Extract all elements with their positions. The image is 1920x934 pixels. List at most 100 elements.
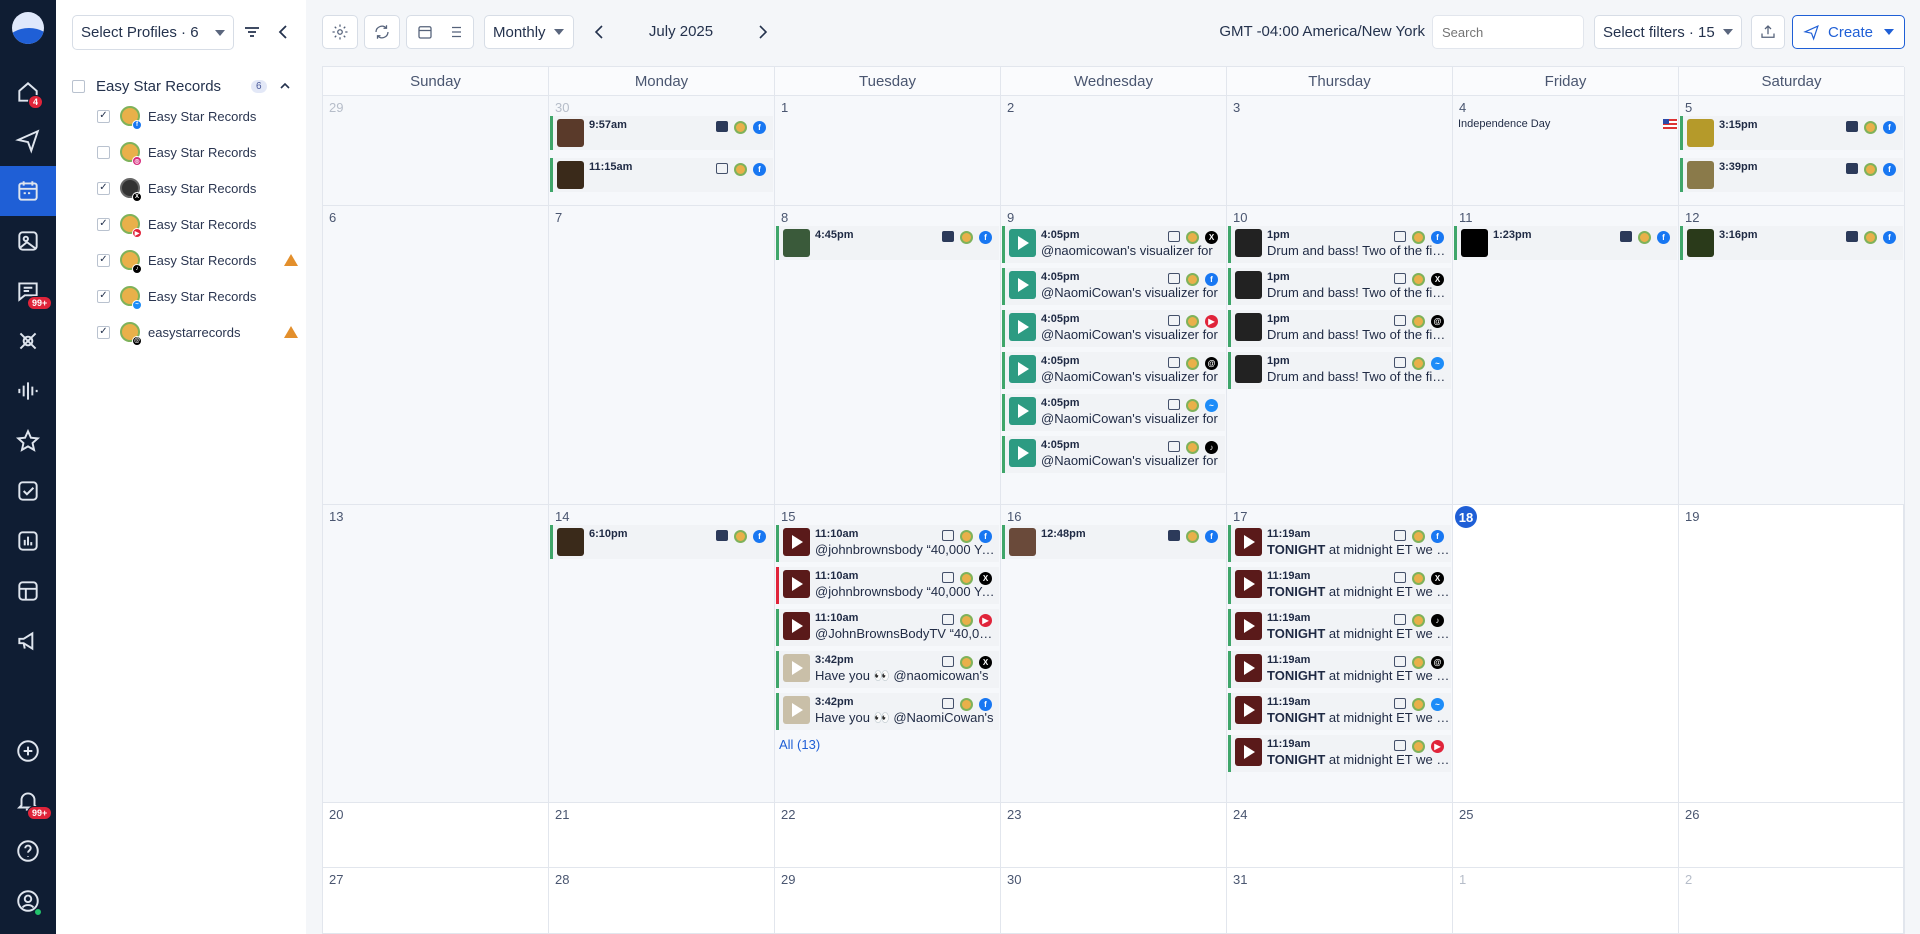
scheduled-post[interactable]: 3:42pm Have you 👀 @naomicowan's X xyxy=(776,651,999,688)
day-cell[interactable]: 31 xyxy=(1227,868,1453,934)
profile-checkbox[interactable]: ✓ xyxy=(97,289,110,303)
listening-icon[interactable] xyxy=(0,368,56,414)
calendar-view-icon[interactable] xyxy=(416,23,434,41)
profile-checkbox[interactable]: ✓ xyxy=(97,109,110,123)
scheduled-post[interactable]: 11:10am @JohnBrownsBodyTV “40,000 Years”▶ xyxy=(776,609,999,646)
view-mode-dropdown[interactable]: Monthly xyxy=(484,15,574,49)
group-checkbox[interactable] xyxy=(72,79,85,93)
scheduled-post[interactable]: 4:05pm @NaomiCowan's visualizer for ▶ xyxy=(1002,310,1225,347)
scheduled-post[interactable]: 4:45pm f xyxy=(776,226,999,260)
add-icon[interactable] xyxy=(0,728,56,774)
timezone-label[interactable]: GMT -04:00 America/New York xyxy=(1200,23,1425,40)
day-cell[interactable]: 20 xyxy=(323,803,549,868)
day-cell[interactable]: 21 xyxy=(549,803,775,868)
profile-icon[interactable] xyxy=(0,878,56,924)
scheduled-post[interactable]: 11:10am @johnbrownsbody “40,000 Years” X xyxy=(776,567,999,604)
search-input[interactable] xyxy=(1432,15,1584,49)
scheduled-post[interactable]: 3:39pm f xyxy=(1680,158,1903,192)
list-view-icon[interactable] xyxy=(446,23,464,41)
app-logo[interactable] xyxy=(12,12,44,44)
day-cell[interactable]: 15 11:10am @johnbrownsbody “40,000 Years” f… xyxy=(775,505,1001,803)
profile-checkbox[interactable]: ✓ xyxy=(97,217,110,231)
media-icon[interactable] xyxy=(0,218,56,264)
day-cell[interactable]: 30 9:57am f 11:15am f xyxy=(549,96,775,206)
profile-row-threads[interactable]: ✓ @ easystarrecords xyxy=(56,317,306,347)
day-cell[interactable]: 18 xyxy=(1453,505,1679,803)
day-cell[interactable]: 16 12:48pm f xyxy=(1001,505,1227,803)
scheduled-post[interactable]: 6:10pm f xyxy=(550,525,773,559)
day-cell[interactable]: 8 4:45pm f xyxy=(775,206,1001,505)
home-icon[interactable]: 4 xyxy=(0,69,56,115)
refresh-button[interactable] xyxy=(364,15,400,49)
day-cell[interactable]: 5 3:15pm f 3:39pm f xyxy=(1679,96,1905,206)
select-filters-dropdown[interactable]: Select filters · 15 xyxy=(1594,15,1742,49)
scheduled-post[interactable]: 9:57am f xyxy=(550,116,773,150)
help-icon[interactable] xyxy=(0,828,56,874)
day-cell[interactable]: 9 4:05pm @naomicowan's visualizer for X 4:05… xyxy=(1001,206,1227,505)
profile-checkbox[interactable]: ✓ xyxy=(97,181,110,195)
day-cell[interactable]: 11 1:23pm f xyxy=(1453,206,1679,505)
prev-month-button[interactable] xyxy=(590,22,610,42)
profile-row-youtube[interactable]: ✓ ▶ Easy Star Records xyxy=(56,209,306,239)
select-profiles-dropdown[interactable]: Select Profiles · 6 xyxy=(72,15,234,50)
scheduled-post[interactable]: 4:05pm @NaomiCowan's visualizer for ♪ xyxy=(1002,436,1225,473)
day-cell[interactable]: 23 xyxy=(1001,803,1227,868)
scheduled-post[interactable]: 1pm Drum and bass! Two of the finest @ xyxy=(1228,310,1451,347)
scheduled-post[interactable]: 3:16pm f xyxy=(1680,226,1903,260)
publish-icon[interactable] xyxy=(0,118,56,164)
scheduled-post[interactable]: 1pm Drum and bass! Two of the finest ~ xyxy=(1228,352,1451,389)
day-cell[interactable]: 22 xyxy=(775,803,1001,868)
profile-row-tiktok[interactable]: ✓ ♪ Easy Star Records xyxy=(56,245,306,275)
day-cell[interactable]: 10 1pm Drum and bass! Two of the finest f 1p… xyxy=(1227,206,1453,505)
scheduled-post[interactable]: 4:05pm @NaomiCowan's visualizer for f xyxy=(1002,268,1225,305)
scheduled-post[interactable]: 1pm Drum and bass! Two of the finest f xyxy=(1228,226,1451,263)
reports-icon[interactable] xyxy=(0,518,56,564)
integrations-icon[interactable] xyxy=(0,318,56,364)
templates-icon[interactable] xyxy=(0,568,56,614)
profile-row-facebook[interactable]: ✓ f Easy Star Records xyxy=(56,101,306,131)
next-month-button[interactable] xyxy=(752,22,772,42)
scheduled-post[interactable]: 11:10am @johnbrownsbody “40,000 Years” f xyxy=(776,525,999,562)
inbox-icon[interactable]: 99+ xyxy=(0,268,56,314)
profile-row-instagram[interactable]: ◎ Easy Star Records xyxy=(56,137,306,167)
ads-icon[interactable] xyxy=(0,618,56,664)
day-cell[interactable]: 1 xyxy=(775,96,1001,206)
scheduled-post[interactable]: 1pm Drum and bass! Two of the finest X xyxy=(1228,268,1451,305)
day-cell[interactable]: 12 3:16pm f xyxy=(1679,206,1905,505)
day-cell[interactable]: 2 xyxy=(1001,96,1227,206)
export-button[interactable] xyxy=(1751,15,1785,49)
scheduled-post[interactable]: 11:15am f xyxy=(550,158,773,192)
scheduled-post[interactable]: 3:15pm f xyxy=(1680,116,1903,150)
profile-row-bluesky[interactable]: ✓ ~ Easy Star Records xyxy=(56,281,306,311)
filter-icon[interactable] xyxy=(242,22,262,42)
day-cell[interactable]: 7 xyxy=(549,206,775,505)
tasks-icon[interactable] xyxy=(0,468,56,514)
day-cell[interactable]: 29 xyxy=(323,96,549,206)
profile-row-x[interactable]: ✓ X Easy Star Records xyxy=(56,173,306,203)
collapse-panel-icon[interactable] xyxy=(274,22,294,42)
day-cell[interactable]: 19 xyxy=(1679,505,1905,803)
scheduled-post[interactable]: 11:19am TONIGHT at midnight ET we release… xyxy=(1228,651,1451,688)
day-cell[interactable]: 2 xyxy=(1679,868,1905,934)
settings-button[interactable] xyxy=(322,15,358,49)
scheduled-post[interactable]: 4:05pm @naomicowan's visualizer for X xyxy=(1002,226,1225,263)
show-all-posts-link[interactable]: All (13) xyxy=(779,737,820,752)
scheduled-post[interactable]: 11:19am TONIGHT at midnight ET we release… xyxy=(1228,693,1451,730)
day-cell[interactable]: 13 xyxy=(323,505,549,803)
scheduled-post[interactable]: 11:19am TONIGHT at midnight ET we release… xyxy=(1228,735,1451,772)
scheduled-post[interactable]: 4:05pm @NaomiCowan's visualizer for @ xyxy=(1002,352,1225,389)
scheduled-post[interactable]: 11:19am TONIGHT at midnight ET we release… xyxy=(1228,567,1451,604)
day-cell[interactable]: 14 6:10pm f xyxy=(549,505,775,803)
calendar-icon[interactable] xyxy=(0,166,56,216)
day-cell[interactable]: 28 xyxy=(549,868,775,934)
day-cell[interactable]: 26 xyxy=(1679,803,1905,868)
profile-checkbox[interactable]: ✓ xyxy=(97,253,110,267)
day-cell[interactable]: 25 xyxy=(1453,803,1679,868)
bell-icon[interactable]: 99+ xyxy=(0,778,56,824)
scheduled-post[interactable]: 3:42pm Have you 👀 @NaomiCowan's f xyxy=(776,693,999,730)
day-cell[interactable]: 3 xyxy=(1227,96,1453,206)
scheduled-post[interactable]: 4:05pm @NaomiCowan's visualizer for ~ xyxy=(1002,394,1225,431)
scheduled-post[interactable]: 12:48pm f xyxy=(1002,525,1225,559)
day-cell[interactable]: 6 xyxy=(323,206,549,505)
profile-checkbox[interactable]: ✓ xyxy=(97,325,110,339)
